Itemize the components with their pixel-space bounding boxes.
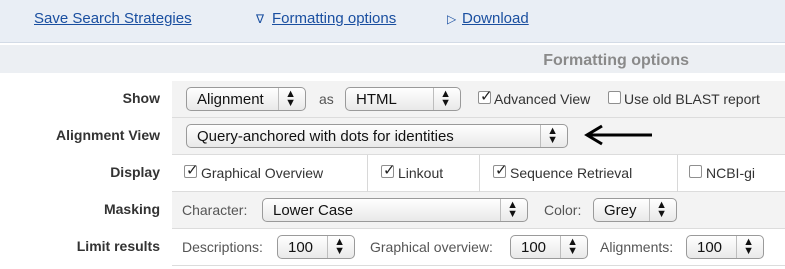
linkout-label: Linkout (398, 165, 444, 181)
masking-label: Masking (103, 201, 160, 217)
alignment-view-label: Alignment View (56, 127, 160, 143)
formatting-options-link[interactable]: Formatting options (272, 10, 396, 27)
alignment-view-select[interactable]: Query-anchored with dots for identities … (186, 124, 568, 148)
cell-divider (677, 155, 678, 192)
use-old-blast-checkbox[interactable] (608, 91, 621, 104)
character-select[interactable]: Lower Case ▲ ▼ (262, 198, 528, 222)
formatting-expanded-icon: ∇ (256, 12, 265, 26)
select-arrows-icon: ▲ ▼ (547, 125, 558, 146)
alignments-label: Alignments: (600, 239, 674, 255)
check-icon: ✓ (186, 162, 199, 179)
select-arrows-icon: ▲ ▼ (743, 236, 754, 257)
descriptions-label: Descriptions: (182, 239, 263, 255)
select-arrows-icon: ▲ ▼ (334, 236, 345, 257)
cell-divider (367, 155, 368, 192)
select-arrows-icon: ▲ ▼ (440, 88, 451, 109)
descriptions-select[interactable]: 100 ▲ ▼ (277, 235, 355, 259)
color-select[interactable]: Grey ▲ ▼ (593, 198, 677, 222)
save-search-strategies-link[interactable]: Save Search Strategies (34, 10, 192, 27)
character-label: Character: (182, 202, 248, 218)
linkout-checkbox[interactable]: ✓ (381, 162, 396, 179)
select-arrows-icon: ▲ ▼ (285, 88, 296, 109)
display-label: Display (110, 164, 160, 180)
select-arrows-icon: ▲ ▼ (656, 199, 667, 220)
ncbi-gi-label: NCBI-gi (706, 165, 756, 181)
graphical-overview-select[interactable]: 100 ▲ ▼ (510, 235, 588, 259)
cell-divider (479, 155, 480, 192)
check-icon: ✓ (480, 88, 493, 105)
select-arrows-icon: ▲ ▼ (507, 199, 518, 220)
format-select[interactable]: HTML ▲ ▼ (345, 87, 461, 111)
graphical-overview-label: Graphical Overview (201, 165, 324, 181)
check-icon: ✓ (495, 162, 508, 179)
as-text: as (319, 91, 334, 107)
download-link[interactable]: Download (462, 10, 529, 27)
limit-results-label: Limit results (76, 238, 160, 254)
show-type-select[interactable]: Alignment ▲ ▼ (186, 87, 306, 111)
check-icon: ✓ (383, 162, 396, 179)
use-old-blast-label: Use old BLAST report (624, 91, 760, 107)
select-arrows-icon: ▲ ▼ (567, 236, 578, 257)
ncbi-gi-checkbox[interactable] (689, 165, 702, 178)
sequence-retrieval-checkbox[interactable]: ✓ (493, 162, 508, 179)
advanced-view-label: Advanced View (494, 91, 591, 107)
show-label: Show (122, 90, 160, 106)
alignments-select[interactable]: 100 ▲ ▼ (686, 235, 764, 259)
download-collapsed-icon: ▷ (447, 12, 457, 26)
graphical-overview-checkbox[interactable]: ✓ (184, 162, 199, 179)
sequence-retrieval-label: Sequence Retrieval (510, 165, 633, 181)
color-label: Color: (544, 202, 582, 218)
advanced-view-checkbox[interactable]: ✓ (478, 88, 493, 105)
annotation-arrow-icon (584, 124, 652, 146)
formatting-options-title: Formatting options (543, 52, 689, 69)
graphical-overview-limit-label: Graphical overview: (370, 239, 493, 255)
